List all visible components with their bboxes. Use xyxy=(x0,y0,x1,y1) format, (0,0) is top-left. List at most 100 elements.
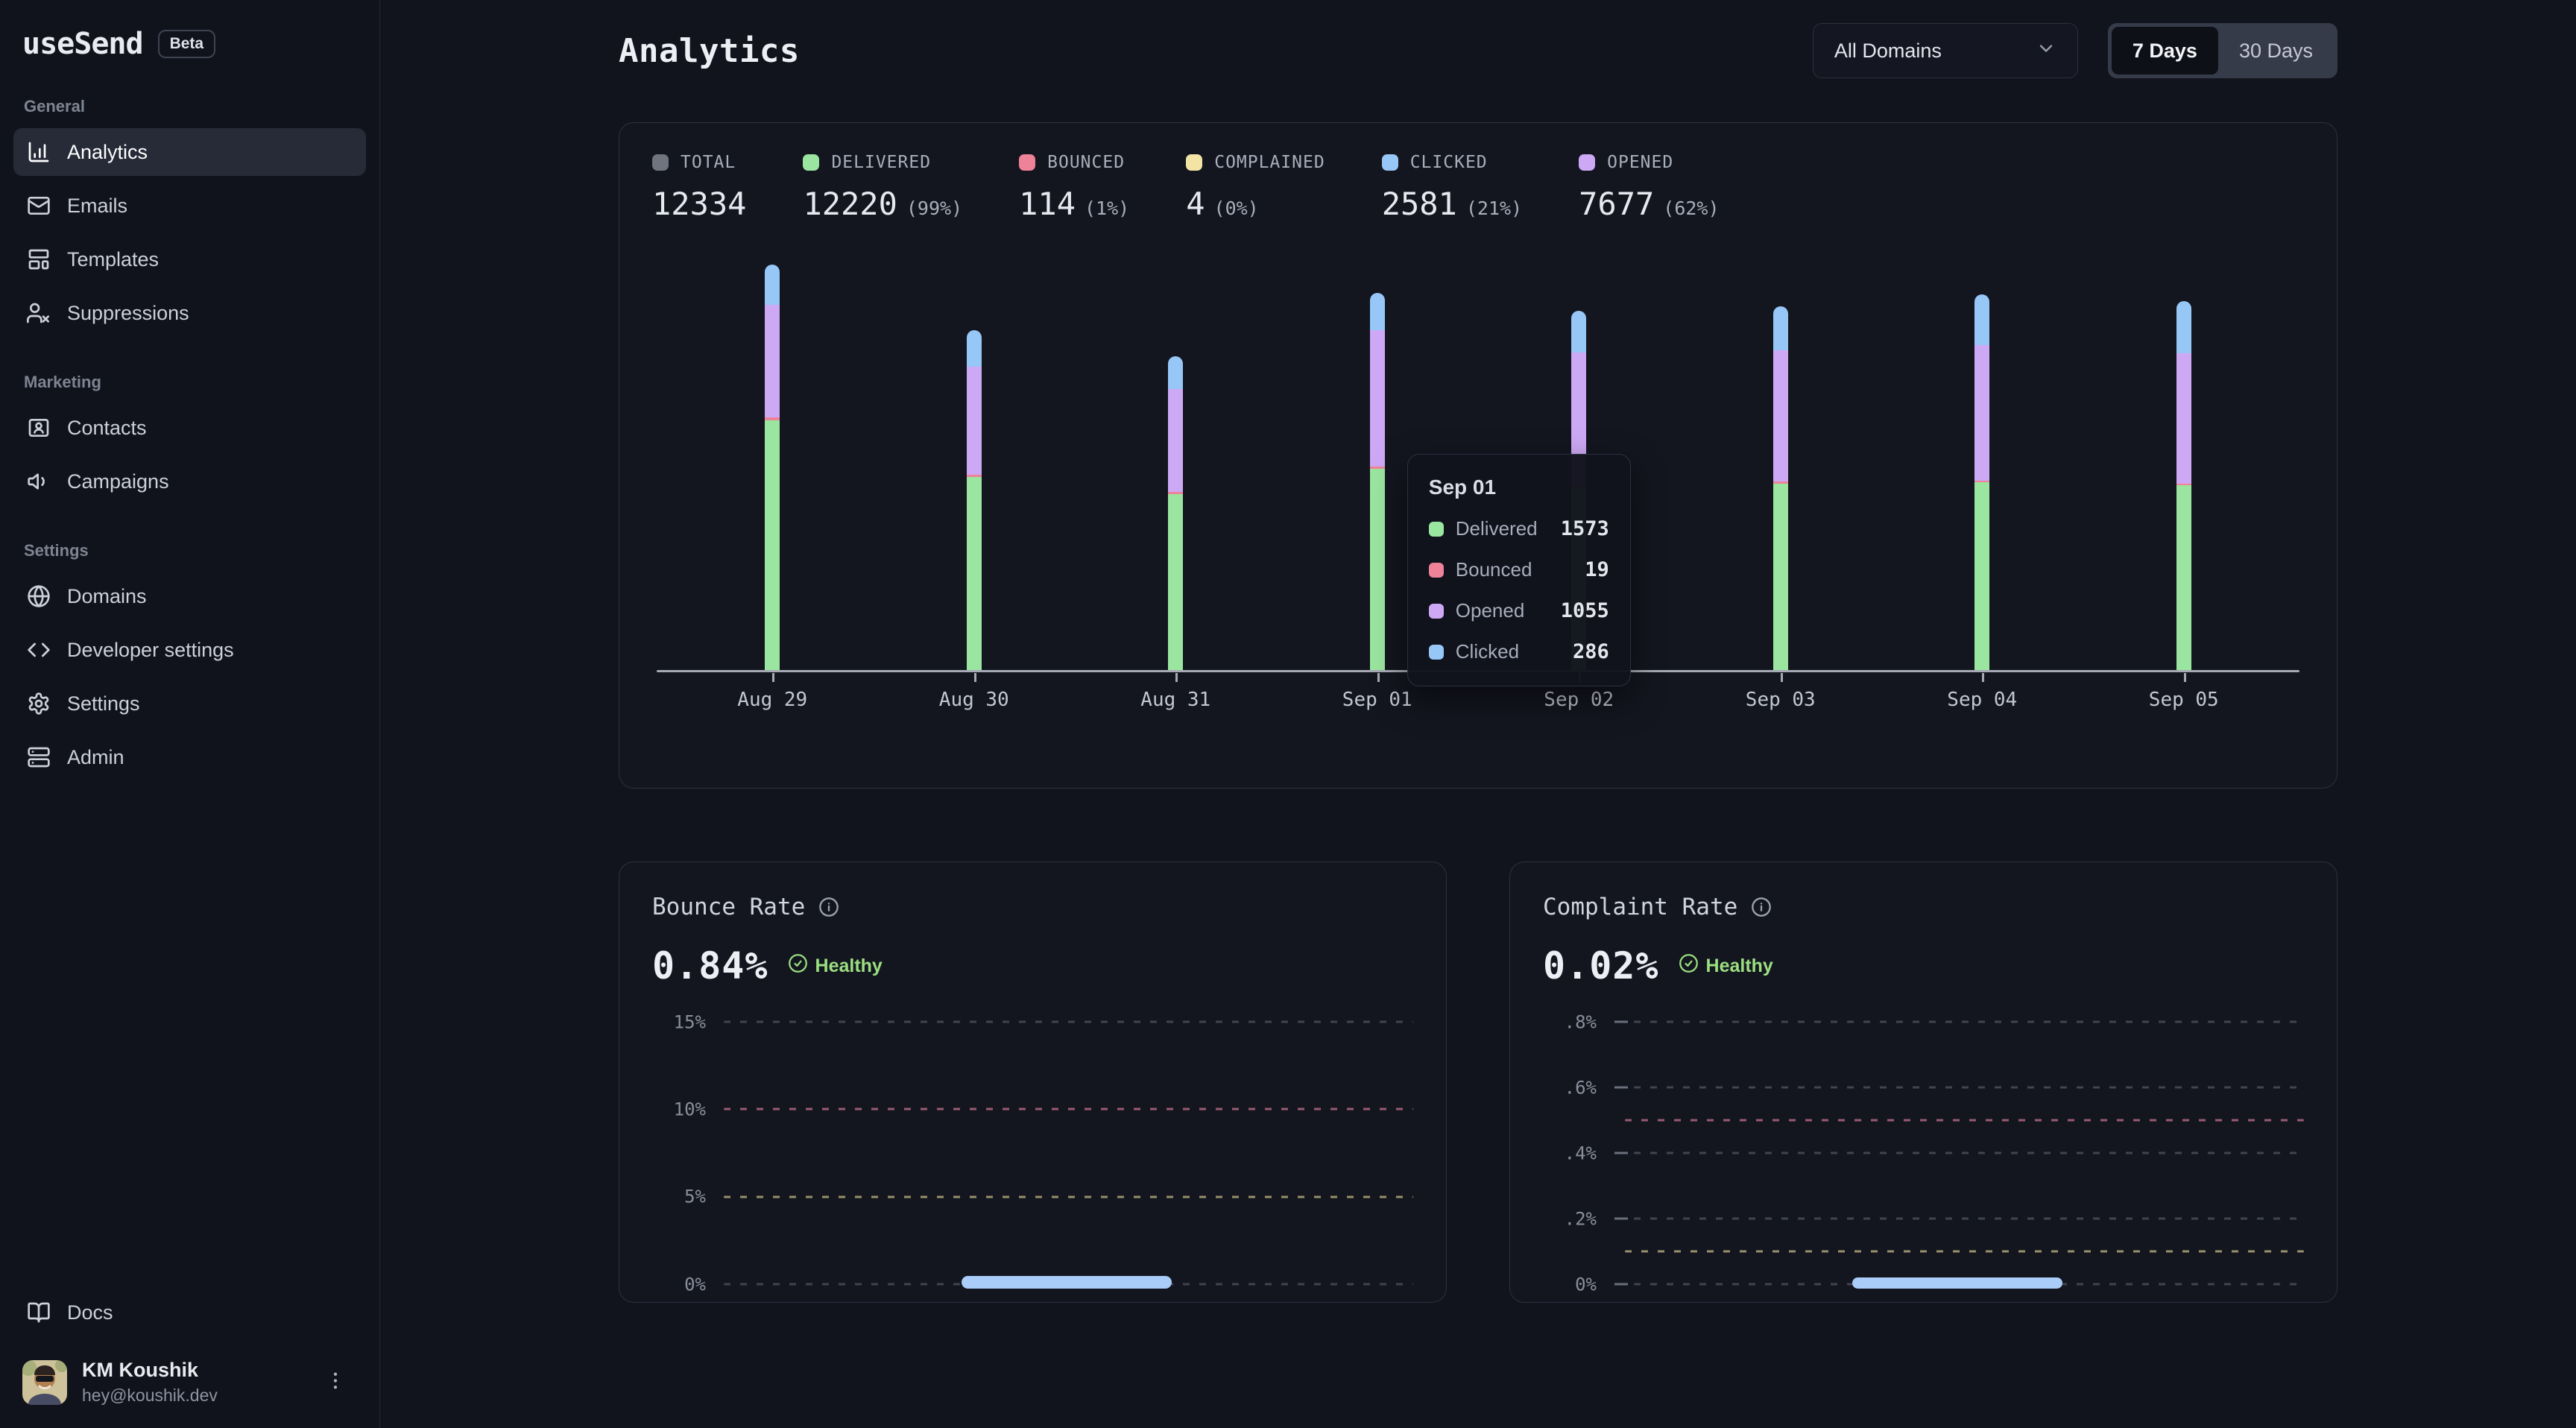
info-icon[interactable] xyxy=(1751,897,1772,917)
threshold-line-danger xyxy=(1625,1119,2304,1122)
sidebar-item-docs[interactable]: Docs xyxy=(13,1289,366,1336)
sidebar-item-suppressions[interactable]: Suppressions xyxy=(13,289,366,337)
range-option-7-days[interactable]: 7 Days xyxy=(2112,27,2218,75)
tooltip-chip-opened xyxy=(1429,604,1444,619)
stat-label: TOTAL xyxy=(681,153,736,172)
bar-segment-opened xyxy=(2176,353,2191,484)
gridline-dash xyxy=(1634,1152,2304,1154)
y-axis-tick xyxy=(1614,1152,1628,1154)
bar-slot-sep-05: Sep 05 xyxy=(2083,240,2285,672)
domain-filter-select[interactable]: All Domains xyxy=(1813,23,2078,78)
sidebar-item-contacts[interactable]: Contacts xyxy=(13,404,366,452)
bar-segment-clicked xyxy=(967,330,982,367)
x-axis-label: Sep 05 xyxy=(2149,689,2219,711)
y-axis-label: 0% xyxy=(652,1274,706,1295)
bounce-status-label: Healthy xyxy=(815,955,883,977)
bounce-rate-card: Bounce Rate 0.84% Healthy 15%10%5%0% xyxy=(619,862,1447,1303)
sidebar-item-admin[interactable]: Admin xyxy=(13,733,366,781)
sidebar-item-analytics[interactable]: Analytics xyxy=(13,128,366,176)
stat-value-row: 2581(21%) xyxy=(1382,186,1522,222)
stat-value: 2581 xyxy=(1382,186,1457,222)
bar-segment-delivered xyxy=(2176,485,2191,672)
bar-slot-aug-31: Aug 31 xyxy=(1075,240,1277,672)
book-open-icon xyxy=(27,1301,51,1324)
y-axis-label: .2% xyxy=(1543,1208,1597,1229)
range-option-30-days[interactable]: 30 Days xyxy=(2218,27,2334,75)
volume-chart-plot: Aug 29Aug 30Aug 31Sep 01Sep 02Sep 03Sep … xyxy=(672,240,2285,672)
info-icon[interactable] xyxy=(818,897,839,917)
complaint-status-badge: Healthy xyxy=(1679,953,1773,979)
sidebar-footer: Docs KM Koushik hey@koushik.dev xyxy=(12,1289,367,1406)
tooltip-row-clicked: Clicked286 xyxy=(1429,640,1609,663)
tooltip-label: Clicked xyxy=(1456,640,1561,663)
stat-value-row: 12220(99%) xyxy=(803,186,962,222)
bar-segment-opened xyxy=(1168,389,1183,493)
megaphone-icon xyxy=(27,470,51,493)
tooltip-value: 19 xyxy=(1585,558,1609,581)
complaint-rate-title: Complaint Rate xyxy=(1543,894,1737,920)
globe-icon xyxy=(27,584,51,608)
stat-dot-clicked xyxy=(1382,154,1398,171)
stat-label: OPENED xyxy=(1607,153,1673,172)
threshold-line-warning xyxy=(1625,1251,2304,1253)
x-axis-tick xyxy=(1781,673,1783,682)
stat-dot-total xyxy=(652,154,669,171)
bar-slot-aug-29: Aug 29 xyxy=(672,240,874,672)
complaint-rate-card: Complaint Rate 0.02% Healthy .8%.6%.4%.2… xyxy=(1509,862,2337,1303)
gridline-dash xyxy=(1634,1021,2304,1023)
user-row[interactable]: KM Koushik hey@koushik.dev xyxy=(22,1359,357,1406)
bar-segment-delivered xyxy=(765,420,780,672)
user-x-icon xyxy=(27,301,51,325)
mail-icon xyxy=(27,194,51,218)
gridline-bounce-rate-15-: 15% xyxy=(724,1021,1413,1023)
sidebar-item-settings[interactable]: Settings xyxy=(13,680,366,727)
bar-slot-sep-03: Sep 03 xyxy=(1680,240,1882,672)
bar-sep-05[interactable] xyxy=(2176,301,2191,672)
bar-segment-delivered xyxy=(1370,469,1385,672)
sidebar-item-campaigns[interactable]: Campaigns xyxy=(13,458,366,505)
bounce-rate-plot: 15%10%5%0% xyxy=(652,1022,1413,1284)
bar-aug-30[interactable] xyxy=(967,330,982,672)
sidebar-item-label: Settings xyxy=(67,692,140,715)
x-axis-tick xyxy=(2184,673,2186,682)
bar-aug-29[interactable] xyxy=(765,265,780,672)
chart-tooltip: Sep 01 Delivered1573Bounced19Opened1055C… xyxy=(1407,454,1631,686)
gridline-dash xyxy=(724,1108,1413,1111)
bar-sep-03[interactable] xyxy=(1773,306,1788,672)
sidebar-item-domains[interactable]: Domains xyxy=(13,572,366,620)
user-info: KM Koushik hey@koushik.dev xyxy=(82,1359,218,1406)
bar-sep-01[interactable] xyxy=(1370,293,1385,672)
stat-value: 7677 xyxy=(1579,186,1654,222)
bar-sep-04[interactable] xyxy=(1974,294,1989,672)
sidebar: useSend Beta GeneralAnalyticsEmailsTempl… xyxy=(0,0,380,1428)
bounce-rate-value-row: 0.84% Healthy xyxy=(652,944,1413,988)
ellipsis-vertical-icon[interactable] xyxy=(324,1369,347,1395)
complaint-status-label: Healthy xyxy=(1706,955,1773,977)
stat-header: DELIVERED xyxy=(803,153,962,172)
x-axis-label: Aug 29 xyxy=(737,689,807,711)
app-logo: useSend xyxy=(22,27,143,61)
stat-value-row: 12334 xyxy=(652,186,746,222)
y-axis-label: .4% xyxy=(1543,1143,1597,1163)
sidebar-item-label: Contacts xyxy=(67,417,147,440)
y-axis-label: 10% xyxy=(652,1099,706,1119)
bar-aug-31[interactable] xyxy=(1168,356,1183,672)
rate-cards-row: Bounce Rate 0.84% Healthy 15%10%5%0% Com… xyxy=(619,862,2337,1303)
bar-segment-delivered xyxy=(1168,494,1183,672)
x-axis-label: Sep 01 xyxy=(1342,689,1412,711)
bar-slot-sep-04: Sep 04 xyxy=(1881,240,2083,672)
sidebar-item-emails[interactable]: Emails xyxy=(13,182,366,230)
bar-segment-delivered xyxy=(1773,484,1788,672)
sidebar-item-templates[interactable]: Templates xyxy=(13,236,366,283)
x-axis-label: Sep 03 xyxy=(1746,689,1816,711)
stat-value-row: 7677 (62%) xyxy=(1579,186,1719,222)
stat-percent: (62%) xyxy=(1663,198,1719,219)
bar-segment-delivered xyxy=(1974,482,1989,672)
sidebar-item-developer-settings[interactable]: Developer settings xyxy=(13,626,366,674)
bar-segment-clicked xyxy=(1773,306,1788,350)
server-icon xyxy=(27,745,51,769)
email-volume-card: TOTAL12334DELIVERED12220(99%)BOUNCED114(… xyxy=(619,122,2337,789)
x-axis-tick xyxy=(1377,673,1380,682)
stat-label: CLICKED xyxy=(1410,153,1488,172)
section-label-general: General xyxy=(24,97,356,116)
